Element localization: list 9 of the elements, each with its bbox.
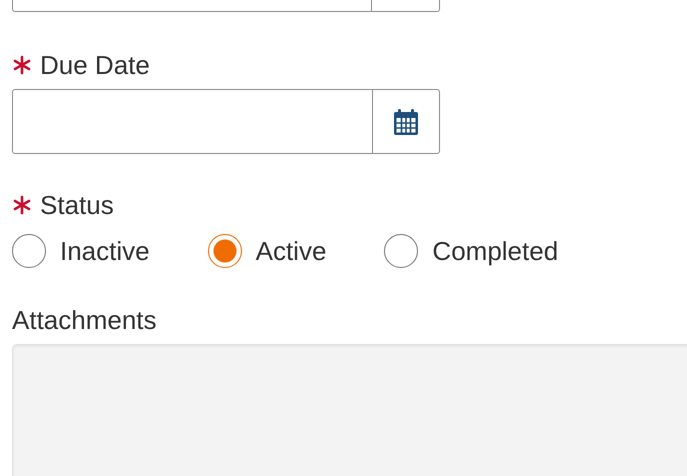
- radio-label[interactable]: Active: [256, 236, 326, 266]
- radio-button[interactable]: [384, 234, 418, 268]
- radio-label[interactable]: Completed: [432, 236, 558, 266]
- field-label: Attachments: [12, 305, 157, 335]
- field-label: Status: [40, 190, 114, 220]
- radio-button[interactable]: [12, 234, 46, 268]
- field-label: Due Date: [40, 50, 150, 80]
- radio-button[interactable]: [208, 234, 242, 268]
- radio-label[interactable]: Inactive: [60, 236, 150, 266]
